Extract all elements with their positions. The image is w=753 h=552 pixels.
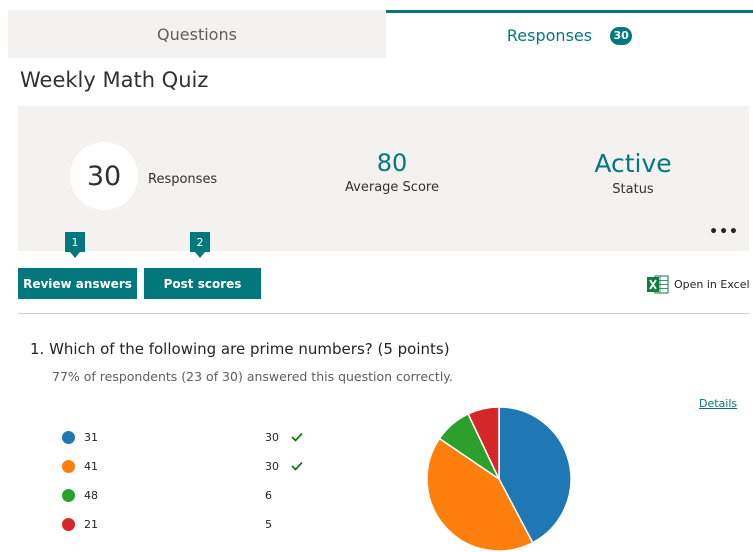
average-score-value: 80 xyxy=(376,149,408,177)
legend-label: 41 xyxy=(84,459,98,473)
excel-icon xyxy=(647,275,669,294)
legend-swatch xyxy=(62,517,75,531)
correct-check-icon xyxy=(291,458,303,474)
responses-label: Responses xyxy=(148,172,218,187)
tab-responses[interactable]: Responses 30 xyxy=(386,10,753,58)
option-count: 6 xyxy=(265,488,272,502)
review-answers-button[interactable]: Review answers xyxy=(18,268,137,299)
legend-label: 21 xyxy=(84,517,98,531)
responses-count-badge: 30 xyxy=(610,26,633,45)
correct-check-icon xyxy=(291,429,303,445)
more-options-icon[interactable]: ••• xyxy=(709,224,739,240)
question-summary: 77% of respondents (23 of 30) answered t… xyxy=(52,369,453,384)
details-link[interactable]: Details xyxy=(699,397,737,410)
question-title: 1. Which of the following are prime numb… xyxy=(30,340,450,358)
legend-item: 48 xyxy=(62,487,98,503)
callout-marker-1: 1 xyxy=(65,232,85,258)
section-divider xyxy=(18,313,749,314)
option-count: 30 xyxy=(265,459,279,473)
tab-bar: Questions Responses 30 xyxy=(8,10,753,58)
summary-panel: 30 Responses 80 Average Score Active Sta… xyxy=(18,106,749,251)
status-label: Status xyxy=(612,181,654,197)
legend-item: 31 xyxy=(62,429,98,445)
open-in-excel-button[interactable]: Open in Excel xyxy=(647,275,750,294)
tab-questions[interactable]: Questions xyxy=(8,10,386,58)
average-score-label: Average Score xyxy=(345,180,439,196)
legend-label: 48 xyxy=(84,488,98,502)
option-count: 30 xyxy=(265,430,279,444)
tab-responses-label: Responses xyxy=(506,26,593,45)
legend-item: 41 xyxy=(62,458,98,474)
tab-questions-label: Questions xyxy=(157,24,237,44)
average-score-stat: 80 Average Score xyxy=(312,149,472,196)
legend-swatch xyxy=(62,459,75,473)
legend-swatch xyxy=(62,488,75,502)
answer-pie-chart xyxy=(426,406,572,552)
status-stat: Active Status xyxy=(553,150,713,197)
callout-marker-2: 2 xyxy=(190,232,210,258)
post-scores-button[interactable]: Post scores xyxy=(144,268,261,299)
legend-item: 21 xyxy=(62,516,98,532)
legend-swatch xyxy=(62,430,75,444)
open-in-excel-label: Open in Excel xyxy=(674,278,750,291)
legend-label: 31 xyxy=(84,430,98,444)
status-value: Active xyxy=(594,149,672,178)
form-title: Weekly Math Quiz xyxy=(20,68,209,92)
option-count: 5 xyxy=(265,517,272,531)
responses-count-circle: 30 xyxy=(70,142,138,210)
